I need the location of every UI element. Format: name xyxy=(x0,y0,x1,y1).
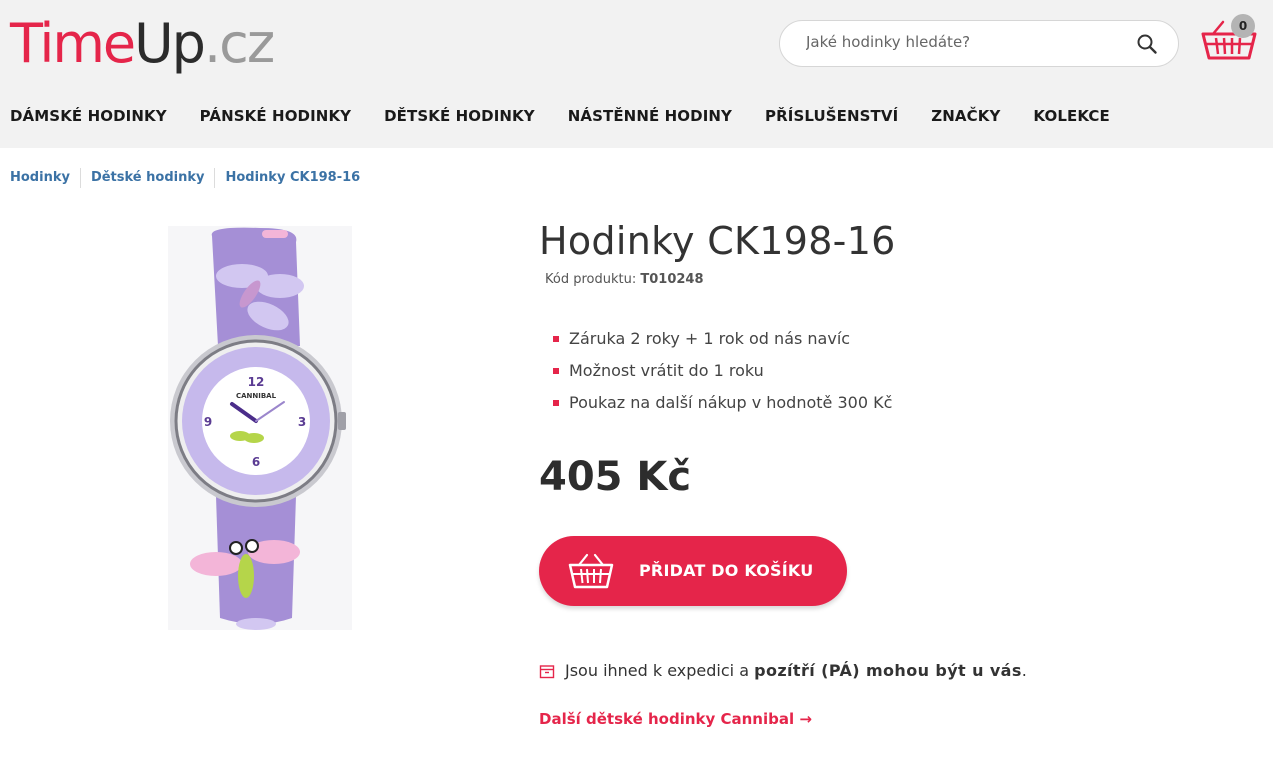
add-to-cart-button[interactable]: PŘIDAT DO KOŠÍKU xyxy=(539,536,847,606)
shipping-date: pozítří (PÁ) mohou být u vás xyxy=(754,661,1022,680)
package-icon xyxy=(539,665,555,679)
breadcrumb-item-current[interactable]: Hodinky CK198-16 xyxy=(225,168,360,188)
nav-item-kolekce[interactable]: KOLEKCE xyxy=(1033,104,1109,128)
search-box xyxy=(779,20,1179,67)
shipping-prefix: Jsou ihned k expedici a xyxy=(565,661,749,680)
shipping-info: Jsou ihned k expedici a pozítří (PÁ) moh… xyxy=(539,660,1027,682)
breadcrumb-divider xyxy=(214,168,216,188)
nav-item-detske-hodinky[interactable]: DĚTSKÉ HODINKY xyxy=(384,104,535,128)
product-price: 405 Kč xyxy=(539,454,692,500)
site-logo[interactable]: TimeUp.cz xyxy=(10,8,275,80)
search-icon[interactable] xyxy=(1136,33,1158,55)
search-input[interactable] xyxy=(806,33,1126,51)
nav-item-damske-hodinky[interactable]: DÁMSKÉ HODINKY xyxy=(10,104,167,128)
benefit-text: Poukaz na další nákup v hodnotě 300 Kč xyxy=(569,393,893,412)
product-code-value: T010248 xyxy=(640,272,704,287)
svg-text:9: 9 xyxy=(204,415,212,429)
svg-text:3: 3 xyxy=(298,415,306,429)
bullet-icon xyxy=(553,368,559,374)
product-code-label: Kód produktu: xyxy=(545,272,637,287)
more-cannibal-link[interactable]: Další dětské hodinky Cannibal → xyxy=(539,708,812,730)
benefit-item: Možnost vrátit do 1 roku xyxy=(553,355,892,387)
benefit-item: Poukaz na další nákup v hodnotě 300 Kč xyxy=(553,387,892,419)
nav-item-nastenne-hodiny[interactable]: NÁSTĚNNÉ HODINY xyxy=(568,104,732,128)
product-image[interactable]: 12 6 9 3 CANNIBAL xyxy=(168,226,352,630)
svg-text:12: 12 xyxy=(248,375,265,389)
bullet-icon xyxy=(553,336,559,342)
add-to-cart-label: PŘIDAT DO KOŠÍKU xyxy=(639,561,814,580)
nav-item-znacky[interactable]: ZNAČKY xyxy=(931,104,1000,128)
bullet-icon xyxy=(553,400,559,406)
nav-item-panske-hodinky[interactable]: PÁNSKÉ HODINKY xyxy=(200,104,351,128)
breadcrumb: Hodinky Dětské hodinky Hodinky CK198-16 xyxy=(10,168,360,188)
logo-text-up: Up xyxy=(134,12,206,75)
breadcrumb-item-hodinky[interactable]: Hodinky xyxy=(10,168,70,188)
benefit-item: Záruka 2 roky + 1 rok od nás navíc xyxy=(553,323,892,355)
nav-item-prislusenstvi[interactable]: PŘÍSLUŠENSTVÍ xyxy=(765,104,898,128)
cart-count-badge[interactable]: 0 xyxy=(1231,14,1255,38)
shipping-suffix: . xyxy=(1021,661,1027,680)
main-nav: DÁMSKÉ HODINKY PÁNSKÉ HODINKY DĚTSKÉ HOD… xyxy=(10,104,1143,128)
product-code: Kód produktu: T010248 xyxy=(545,271,704,289)
site-header: TimeUp.cz 0 DÁMSKÉ HODINKY PÁNSKÉ HODINK… xyxy=(0,0,1273,148)
svg-text:6: 6 xyxy=(252,455,260,469)
benefit-text: Možnost vrátit do 1 roku xyxy=(569,361,764,380)
logo-text-time: Time xyxy=(10,12,136,75)
breadcrumb-item-detske-hodinky[interactable]: Dětské hodinky xyxy=(91,168,205,188)
logo-text-domain: .cz xyxy=(203,12,275,75)
benefits-list: Záruka 2 roky + 1 rok od nás navíc Možno… xyxy=(553,323,892,419)
shipping-text: Jsou ihned k expedici a pozítří (PÁ) moh… xyxy=(565,660,1027,682)
basket-icon xyxy=(568,553,614,589)
product-title: Hodinky CK198-16 xyxy=(539,219,896,263)
dial-brand-text: CANNIBAL xyxy=(236,392,277,400)
benefit-text: Záruka 2 roky + 1 rok od nás navíc xyxy=(569,329,851,348)
breadcrumb-divider xyxy=(79,168,81,188)
